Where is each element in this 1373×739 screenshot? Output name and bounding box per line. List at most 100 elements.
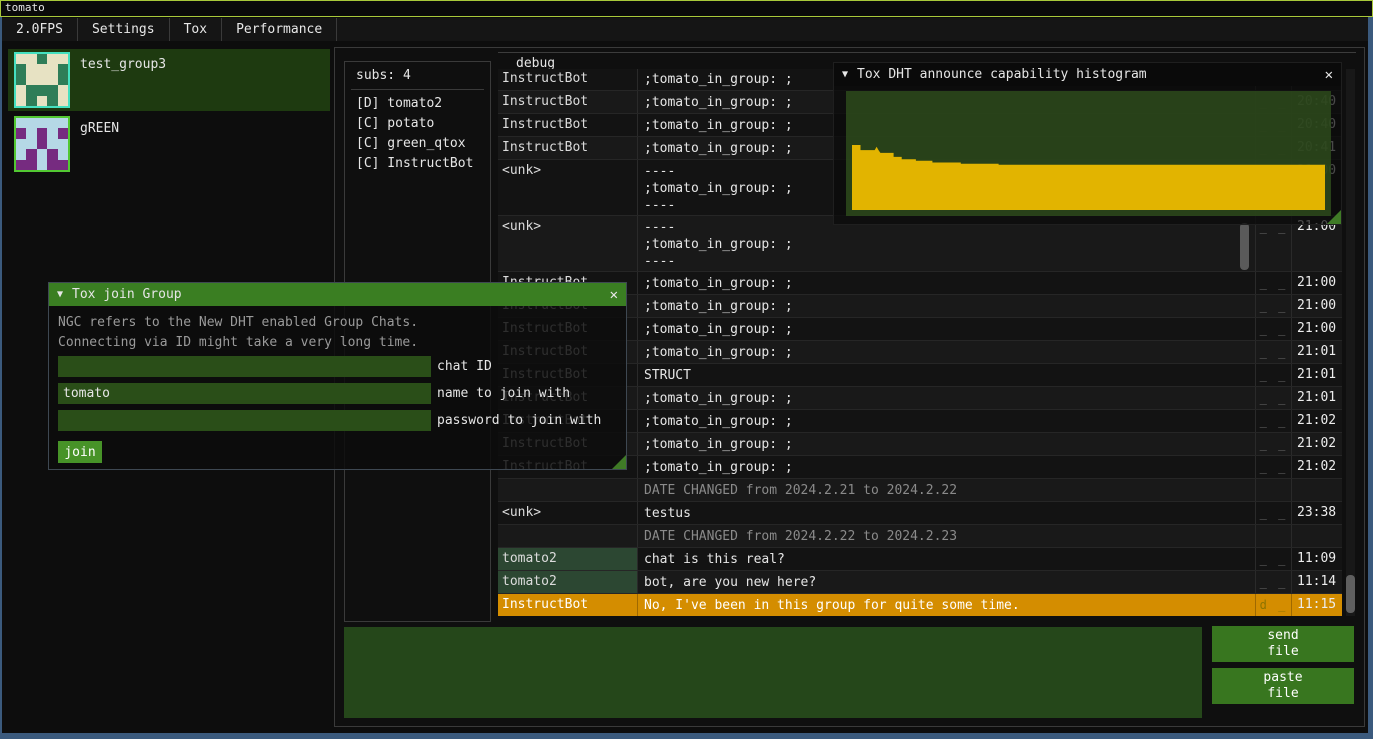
avatar-pixel [37, 54, 47, 64]
message-timestamp: 21:02 [1292, 456, 1342, 478]
avatar-pixel [37, 128, 47, 138]
message-sender: InstructBot [498, 114, 638, 136]
contact-item-gREEN[interactable]: gREEN [8, 113, 330, 175]
window-border-right [1368, 17, 1373, 739]
message-line: ;tomato_in_group: ; [644, 413, 1255, 430]
message-text: ;tomato_in_group: ; [638, 410, 1256, 432]
app-window: tomato 2.0FPS SettingsToxPerformance tes… [0, 0, 1373, 739]
avatar-pixel [58, 149, 68, 159]
message-timestamp: 21:02 [1292, 410, 1342, 432]
subs-list-item[interactable]: [C] InstructBot [345, 154, 490, 174]
send-file-label-2: file [1267, 644, 1298, 660]
send-file-label-1: send [1267, 628, 1298, 644]
name-to-join-with-input[interactable] [58, 383, 431, 404]
menu-item-settings[interactable]: Settings [78, 18, 170, 41]
avatar-pixel [58, 54, 68, 64]
menu-item-performance[interactable]: Performance [222, 18, 337, 41]
chat-ID-input[interactable] [58, 356, 431, 377]
chat-scrollbar[interactable] [1346, 69, 1355, 616]
avatar-pixel [47, 149, 57, 159]
avatar-pixel [47, 54, 57, 64]
avatar-pixel [47, 64, 57, 74]
message-text: ;tomato_in_group: ; [638, 341, 1256, 363]
avatar-pixel [58, 160, 68, 170]
avatar-pixel [37, 139, 47, 149]
message-timestamp: 21:01 [1292, 364, 1342, 386]
send-file-button[interactable]: send file [1212, 626, 1354, 662]
message-text: ;tomato_in_group: ; [638, 387, 1256, 409]
date-separator-row[interactable]: DATE CHANGED from 2024.2.21 to 2024.2.22 [498, 478, 1342, 501]
message-text: ;tomato_in_group: ; [638, 272, 1256, 294]
chat-message-row[interactable]: InstructBotNo, I've been in this group f… [498, 593, 1342, 616]
message-line: No, I've been in this group for quite so… [644, 597, 1255, 614]
message-line: ;tomato_in_group: ; [644, 390, 1255, 407]
message-line: ;tomato_in_group: ; [644, 275, 1255, 292]
chat-message-row[interactable]: tomato2bot, are you new here?_ _11:14 [498, 570, 1342, 593]
message-sender: InstructBot [498, 69, 638, 90]
resize-grip[interactable] [1327, 210, 1341, 224]
message-line: ;tomato_in_group: ; [644, 321, 1255, 338]
message-sender [498, 479, 638, 501]
menu-item-tox[interactable]: Tox [170, 18, 222, 41]
message-input[interactable] [344, 627, 1202, 718]
password-to-join-with-input[interactable] [58, 410, 431, 431]
message-sender: InstructBot [498, 137, 638, 159]
subs-count: subs: 4 [345, 62, 490, 87]
message-text: chat is this real? [638, 548, 1256, 570]
avatar-pixel [16, 139, 26, 149]
message-status-flags: _ _ [1256, 272, 1292, 294]
histogram-area-series [846, 91, 1331, 216]
field-label: name to join with [437, 386, 570, 401]
collapse-icon[interactable]: ▼ [57, 289, 63, 300]
avatar-pixel [47, 139, 57, 149]
join-group-window: ▼ Tox join Group ✕ NGC refers to the New… [48, 282, 627, 470]
join-info-line: Connecting via ID might take a very long… [58, 333, 617, 353]
date-separator-row[interactable]: DATE CHANGED from 2024.2.22 to 2024.2.23 [498, 524, 1342, 547]
join-group-titlebar[interactable]: ▼ Tox join Group ✕ [49, 283, 626, 306]
avatar-pixel [47, 96, 57, 106]
message-line: testus [644, 505, 1255, 522]
avatar-pixel [37, 64, 47, 74]
message-text: testus [638, 502, 1256, 524]
close-icon[interactable]: ✕ [1325, 67, 1333, 83]
chat-message-row[interactable]: <unk>testus_ _23:38 [498, 501, 1342, 524]
message-timestamp: 21:00 [1292, 295, 1342, 317]
join-button[interactable]: join [58, 441, 102, 463]
chat-inner-scrollbar-thumb[interactable] [1240, 223, 1249, 270]
message-text: ;tomato_in_group: ; [638, 433, 1256, 455]
chat-scrollbar-thumb[interactable] [1346, 575, 1355, 613]
join-field-row: chat ID [58, 353, 617, 380]
subs-list-item[interactable]: [D] tomato2 [345, 94, 490, 114]
message-sender: <unk> [498, 216, 638, 271]
message-sender: <unk> [498, 160, 638, 215]
subs-list-item[interactable]: [C] potato [345, 114, 490, 134]
message-text: STRUCT [638, 364, 1256, 386]
dht-histogram-titlebar[interactable]: ▼ Tox DHT announce capability histogram … [834, 63, 1341, 86]
resize-grip[interactable] [612, 455, 626, 469]
menu-bar: 2.0FPS SettingsToxPerformance [2, 18, 1368, 41]
paste-file-button[interactable]: paste file [1212, 668, 1354, 704]
message-timestamp: 21:01 [1292, 341, 1342, 363]
avatar-pixel [47, 75, 57, 85]
contact-name: test_group3 [80, 57, 166, 72]
message-timestamp: 21:01 [1292, 387, 1342, 409]
avatar-pixel [26, 139, 36, 149]
avatar-pixel [26, 160, 36, 170]
message-status-flags: _ _ [1256, 571, 1292, 593]
dht-histogram-title: Tox DHT announce capability histogram [857, 67, 1147, 82]
message-sender: <unk> [498, 502, 638, 524]
message-timestamp: 11:14 [1292, 571, 1342, 593]
message-status-flags: _ _ [1256, 433, 1292, 455]
menu-items: SettingsToxPerformance [78, 18, 337, 41]
contact-item-test_group3[interactable]: test_group3 [8, 49, 330, 111]
subs-list: [D] tomato2[C] potato[C] green_qtox[C] I… [345, 94, 490, 174]
avatar-pixel [37, 96, 47, 106]
chat-message-row[interactable]: tomato2chat is this real?_ _11:09 [498, 547, 1342, 570]
message-line: ;tomato_in_group: ; [644, 236, 1255, 253]
avatar-pixel [16, 149, 26, 159]
subs-list-item[interactable]: [C] green_qtox [345, 134, 490, 154]
close-icon[interactable]: ✕ [610, 287, 618, 303]
avatar-pixel [37, 75, 47, 85]
avatar-pixel [47, 85, 57, 95]
collapse-icon[interactable]: ▼ [842, 69, 848, 80]
